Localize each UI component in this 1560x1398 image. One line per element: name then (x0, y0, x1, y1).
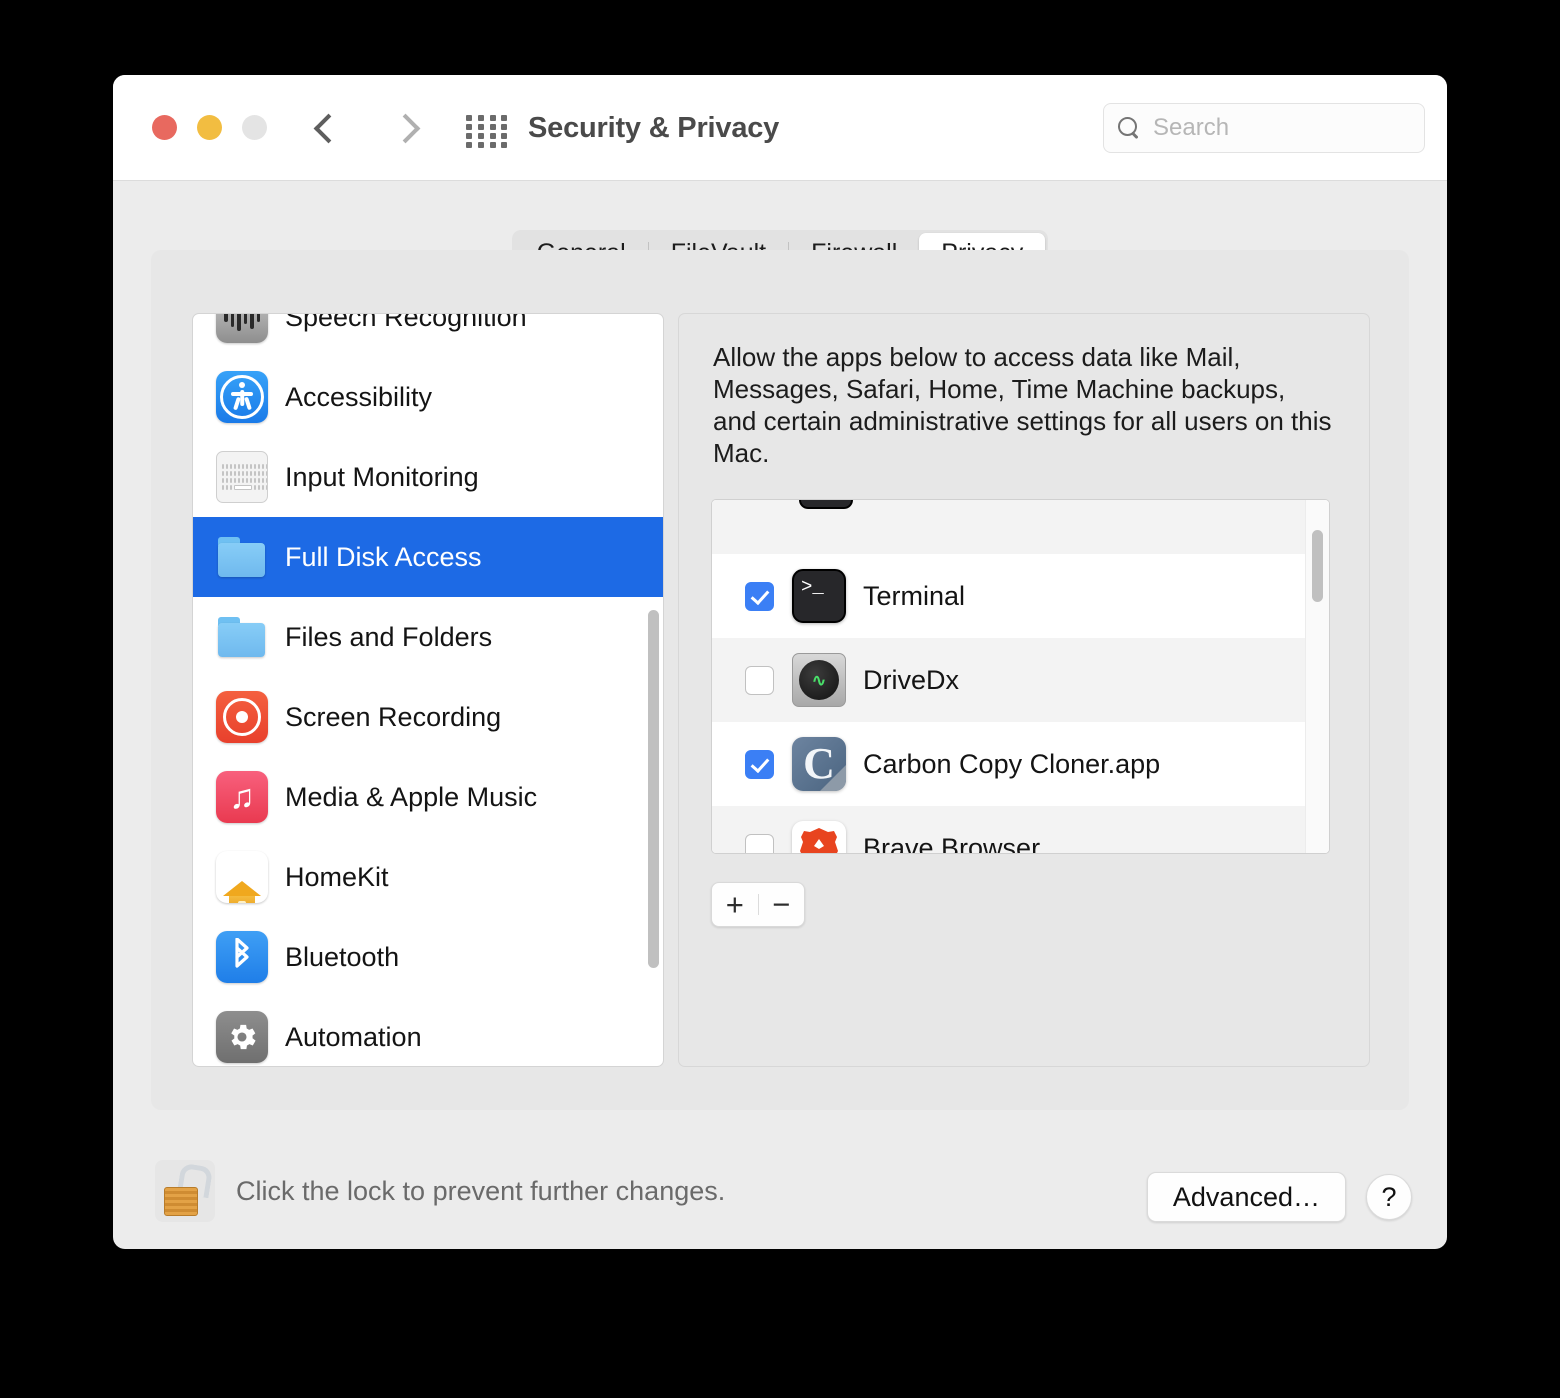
zoom-button[interactable] (242, 115, 267, 140)
app-checkbox[interactable] (745, 749, 774, 779)
house-icon (216, 851, 268, 903)
sidebar-item-label: HomeKit (285, 861, 389, 892)
search-field[interactable]: Search (1103, 103, 1425, 153)
minimize-button[interactable] (197, 115, 222, 140)
add-app-button[interactable]: + (712, 889, 758, 920)
chevron-left-icon (313, 113, 343, 143)
app-name: DriveDx (863, 664, 960, 695)
back-button[interactable] (308, 108, 348, 148)
sidebar-item-label: Full Disk Access (285, 541, 482, 572)
table-row[interactable]: C Carbon Copy Cloner.app (712, 722, 1329, 806)
sidebar-item-automation[interactable]: Automation (193, 997, 663, 1066)
keyboard-icon (216, 451, 268, 503)
privacy-category-sidebar[interactable]: Speech Recognition Accessibility Input M… (192, 313, 664, 1067)
partial-app-icon (799, 500, 853, 509)
sidebar-item-full-disk-access[interactable]: Full Disk Access (193, 517, 663, 597)
sidebar-item-label: Accessibility (285, 381, 433, 412)
sidebar-item-media-apple-music[interactable]: ♫ Media & Apple Music (193, 757, 663, 837)
sidebar-scroll-content: Speech Recognition Accessibility Input M… (193, 313, 663, 1066)
brave-lion-icon (792, 821, 846, 853)
app-checkbox[interactable] (745, 833, 774, 853)
help-button[interactable]: ? (1366, 1174, 1412, 1220)
full-disk-access-panel: Allow the apps below to access data like… (678, 313, 1370, 1067)
sidebar-item-bluetooth[interactable]: Bluetooth (193, 917, 663, 997)
remove-app-button[interactable]: − (759, 889, 805, 920)
sidebar-item-files-and-folders[interactable]: Files and Folders (193, 597, 663, 677)
sidebar-item-label: Input Monitoring (285, 461, 479, 492)
close-button[interactable] (152, 115, 177, 140)
app-list-scroll-content: >_ Terminal ∿ DriveDx C Carbon Copy Clon… (712, 500, 1329, 854)
lock-area[interactable]: Click the lock to prevent further change… (155, 1160, 725, 1222)
gear-icon (216, 1011, 268, 1063)
app-list-scrollbar-track[interactable] (1305, 500, 1329, 853)
app-name: Terminal (863, 580, 966, 611)
sidebar-item-label: Media & Apple Music (285, 781, 538, 812)
security-privacy-window: Security & Privacy Search General FileVa… (113, 75, 1447, 1249)
unlocked-padlock-icon[interactable] (155, 1160, 215, 1222)
page-title: Security & Privacy (528, 112, 780, 144)
sidebar-item-label: Automation (285, 1021, 422, 1052)
sidebar-item-label: Speech Recognition (285, 313, 527, 332)
sidebar-item-speech-recognition[interactable]: Speech Recognition (193, 313, 663, 357)
chevron-right-icon (390, 113, 420, 143)
sidebar-scrollbar[interactable] (648, 610, 659, 968)
sidebar-item-label: Bluetooth (285, 941, 400, 972)
app-checkbox[interactable] (745, 581, 774, 611)
hard-drive-icon: ∿ (792, 653, 846, 707)
app-checkbox[interactable] (745, 665, 774, 695)
folder-icon (216, 611, 268, 663)
app-permission-list[interactable]: >_ Terminal ∿ DriveDx C Carbon Copy Clon… (711, 499, 1330, 854)
privacy-content-card: Speech Recognition Accessibility Input M… (151, 250, 1409, 1110)
sidebar-item-screen-recording[interactable]: Screen Recording (193, 677, 663, 757)
app-name: Carbon Copy Cloner.app (863, 748, 1161, 779)
window-titlebar: Security & Privacy Search (113, 75, 1447, 181)
table-row[interactable]: ∿ DriveDx (712, 638, 1329, 722)
add-remove-control[interactable]: + − (711, 882, 805, 927)
record-icon (216, 691, 268, 743)
lock-message: Click the lock to prevent further change… (236, 1175, 726, 1206)
sidebar-item-label: Files and Folders (285, 621, 493, 652)
sidebar-item-label: Screen Recording (285, 701, 502, 732)
advanced-button[interactable]: Advanced… (1146, 1172, 1346, 1222)
apps-grid-icon[interactable] (466, 115, 510, 148)
carbon-copy-cloner-icon: C (792, 737, 846, 791)
bluetooth-icon (216, 931, 268, 983)
sidebar-item-homekit[interactable]: HomeKit (193, 837, 663, 917)
music-note-icon: ♫ (216, 771, 268, 823)
terminal-icon: >_ (792, 569, 846, 623)
app-list-scrollbar-thumb[interactable] (1312, 530, 1323, 602)
sidebar-item-input-monitoring[interactable]: Input Monitoring (193, 437, 663, 517)
search-icon (1118, 116, 1141, 140)
sidebar-item-accessibility[interactable]: Accessibility (193, 357, 663, 437)
footer-actions: Advanced… ? (1146, 1172, 1412, 1222)
folder-icon (216, 531, 268, 583)
waveform-icon (216, 314, 268, 343)
forward-button[interactable] (385, 108, 425, 148)
table-row[interactable]: Brave Browser (712, 806, 1329, 854)
accessibility-icon (216, 371, 268, 423)
app-name: Brave Browser (863, 832, 1041, 854)
search-placeholder: Search (1153, 114, 1230, 141)
table-row[interactable]: >_ Terminal (712, 554, 1329, 638)
traffic-lights (152, 115, 267, 140)
panel-description: Allow the apps below to access data like… (713, 342, 1332, 468)
